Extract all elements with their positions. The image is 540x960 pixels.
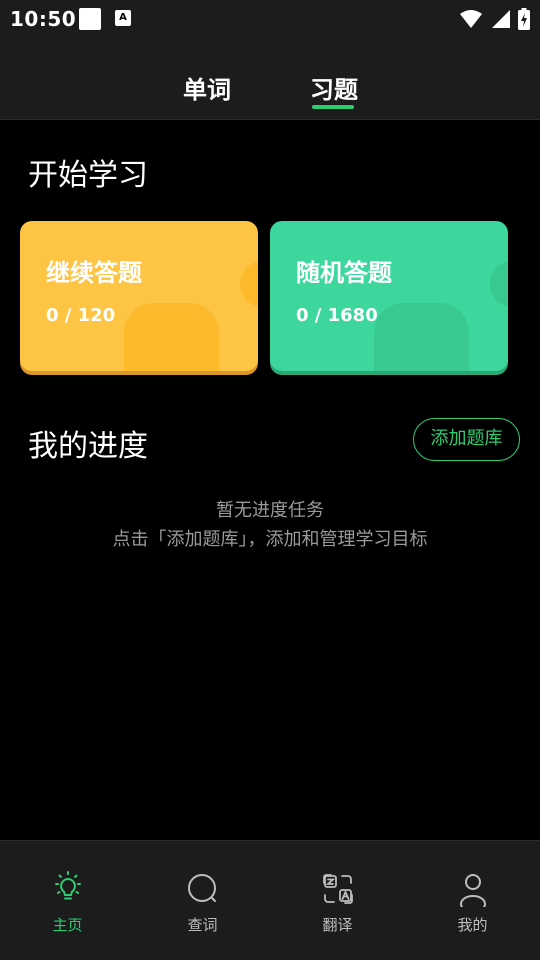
nav-home[interactable]: 主页: [0, 841, 135, 960]
nav-label: 主页: [52, 916, 83, 934]
signal-icon: [492, 10, 510, 28]
nav-label: 查词: [187, 916, 218, 934]
empty-state-hint: 点击「添加题库」，添加和管理学习目标: [112, 529, 428, 550]
card-decoration: [124, 303, 219, 371]
tab-words[interactable]: 单词: [183, 70, 231, 105]
nav-lookup[interactable]: 查词: [135, 841, 270, 960]
card-title: 随机答题: [296, 259, 392, 287]
card-decoration: [374, 303, 469, 371]
wifi-icon: [460, 10, 482, 28]
nav-label: 翻译: [322, 916, 353, 934]
status-icons: [460, 7, 530, 31]
translate-icon: [322, 874, 353, 904]
app-notification-icon: A: [115, 10, 131, 26]
card-decoration: [240, 261, 258, 307]
status-bar: 10:50 A: [0, 0, 540, 38]
lightbulb-icon: [54, 871, 81, 900]
nav-label: 我的: [457, 916, 488, 934]
add-question-bank-button[interactable]: 添加题库: [413, 418, 520, 461]
tab-exercises[interactable]: 习题: [310, 70, 358, 105]
continue-quiz-card[interactable]: 继续答题 0 / 120: [20, 221, 258, 371]
search-icon: [187, 874, 216, 902]
card-count: 0 / 120: [46, 305, 116, 326]
random-quiz-card[interactable]: 随机答题 0 / 1680: [270, 221, 508, 371]
empty-state-title: 暂无进度任务: [216, 500, 324, 521]
bottom-nav: 主页 查词 翻译 我的: [0, 840, 540, 960]
card-decoration: [490, 261, 508, 307]
my-progress-title: 我的进度: [28, 429, 148, 464]
notification-icon: [79, 8, 101, 30]
battery-icon: [518, 8, 530, 30]
card-count: 0 / 1680: [296, 305, 378, 326]
start-learning-title: 开始学习: [28, 158, 148, 193]
profile-icon: [459, 874, 486, 907]
nav-mine[interactable]: 我的: [405, 841, 540, 960]
status-time: 10:50: [10, 7, 77, 31]
top-tabs: 单词 习题: [0, 38, 540, 120]
tab-indicator: [312, 105, 354, 109]
nav-translate[interactable]: 翻译: [270, 841, 405, 960]
card-title: 继续答题: [46, 259, 142, 287]
